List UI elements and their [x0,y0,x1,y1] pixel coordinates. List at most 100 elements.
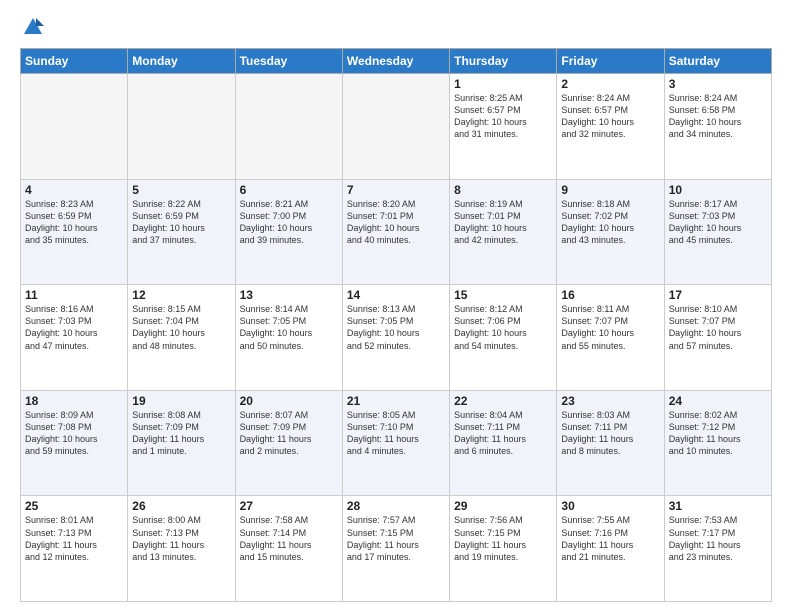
calendar-cell: 17Sunrise: 8:10 AMSunset: 7:07 PMDayligh… [664,285,771,391]
calendar-cell: 15Sunrise: 8:12 AMSunset: 7:06 PMDayligh… [450,285,557,391]
day-info: Sunrise: 8:04 AMSunset: 7:11 PMDaylight:… [454,409,552,458]
weekday-header-wednesday: Wednesday [342,49,449,74]
day-number: 5 [132,183,230,197]
calendar-cell: 27Sunrise: 7:58 AMSunset: 7:14 PMDayligh… [235,496,342,602]
calendar-cell: 8Sunrise: 8:19 AMSunset: 7:01 PMDaylight… [450,179,557,285]
day-number: 19 [132,394,230,408]
day-number: 11 [25,288,123,302]
day-info: Sunrise: 8:20 AMSunset: 7:01 PMDaylight:… [347,198,445,247]
day-number: 4 [25,183,123,197]
day-info: Sunrise: 8:05 AMSunset: 7:10 PMDaylight:… [347,409,445,458]
day-number: 8 [454,183,552,197]
day-number: 29 [454,499,552,513]
day-info: Sunrise: 8:24 AMSunset: 6:58 PMDaylight:… [669,92,767,141]
day-info: Sunrise: 8:10 AMSunset: 7:07 PMDaylight:… [669,303,767,352]
weekday-header-saturday: Saturday [664,49,771,74]
day-info: Sunrise: 8:16 AMSunset: 7:03 PMDaylight:… [25,303,123,352]
day-info: Sunrise: 7:55 AMSunset: 7:16 PMDaylight:… [561,514,659,563]
day-number: 26 [132,499,230,513]
calendar-cell: 26Sunrise: 8:00 AMSunset: 7:13 PMDayligh… [128,496,235,602]
weekday-header-thursday: Thursday [450,49,557,74]
header [20,16,772,38]
calendar-cell: 1Sunrise: 8:25 AMSunset: 6:57 PMDaylight… [450,74,557,180]
day-number: 22 [454,394,552,408]
calendar-cell: 19Sunrise: 8:08 AMSunset: 7:09 PMDayligh… [128,390,235,496]
day-number: 14 [347,288,445,302]
day-info: Sunrise: 8:17 AMSunset: 7:03 PMDaylight:… [669,198,767,247]
calendar-cell [21,74,128,180]
day-number: 31 [669,499,767,513]
calendar-cell: 30Sunrise: 7:55 AMSunset: 7:16 PMDayligh… [557,496,664,602]
calendar-cell: 2Sunrise: 8:24 AMSunset: 6:57 PMDaylight… [557,74,664,180]
day-info: Sunrise: 8:21 AMSunset: 7:00 PMDaylight:… [240,198,338,247]
day-info: Sunrise: 8:02 AMSunset: 7:12 PMDaylight:… [669,409,767,458]
day-number: 20 [240,394,338,408]
day-info: Sunrise: 8:12 AMSunset: 7:06 PMDaylight:… [454,303,552,352]
day-number: 13 [240,288,338,302]
week-row-5: 25Sunrise: 8:01 AMSunset: 7:13 PMDayligh… [21,496,772,602]
day-info: Sunrise: 7:56 AMSunset: 7:15 PMDaylight:… [454,514,552,563]
day-number: 7 [347,183,445,197]
day-number: 6 [240,183,338,197]
calendar-cell: 9Sunrise: 8:18 AMSunset: 7:02 PMDaylight… [557,179,664,285]
day-info: Sunrise: 8:18 AMSunset: 7:02 PMDaylight:… [561,198,659,247]
day-info: Sunrise: 8:24 AMSunset: 6:57 PMDaylight:… [561,92,659,141]
day-number: 24 [669,394,767,408]
day-number: 30 [561,499,659,513]
calendar-cell: 28Sunrise: 7:57 AMSunset: 7:15 PMDayligh… [342,496,449,602]
day-info: Sunrise: 8:13 AMSunset: 7:05 PMDaylight:… [347,303,445,352]
day-number: 2 [561,77,659,91]
day-info: Sunrise: 8:14 AMSunset: 7:05 PMDaylight:… [240,303,338,352]
calendar-cell: 23Sunrise: 8:03 AMSunset: 7:11 PMDayligh… [557,390,664,496]
week-row-4: 18Sunrise: 8:09 AMSunset: 7:08 PMDayligh… [21,390,772,496]
day-number: 21 [347,394,445,408]
logo [20,16,44,38]
day-number: 28 [347,499,445,513]
calendar-cell: 22Sunrise: 8:04 AMSunset: 7:11 PMDayligh… [450,390,557,496]
calendar-cell: 7Sunrise: 8:20 AMSunset: 7:01 PMDaylight… [342,179,449,285]
calendar-cell: 14Sunrise: 8:13 AMSunset: 7:05 PMDayligh… [342,285,449,391]
day-info: Sunrise: 8:22 AMSunset: 6:59 PMDaylight:… [132,198,230,247]
day-info: Sunrise: 8:00 AMSunset: 7:13 PMDaylight:… [132,514,230,563]
day-number: 10 [669,183,767,197]
calendar-cell: 11Sunrise: 8:16 AMSunset: 7:03 PMDayligh… [21,285,128,391]
calendar-cell: 5Sunrise: 8:22 AMSunset: 6:59 PMDaylight… [128,179,235,285]
page: SundayMondayTuesdayWednesdayThursdayFrid… [0,0,792,612]
calendar-cell: 31Sunrise: 7:53 AMSunset: 7:17 PMDayligh… [664,496,771,602]
day-info: Sunrise: 8:19 AMSunset: 7:01 PMDaylight:… [454,198,552,247]
day-info: Sunrise: 8:09 AMSunset: 7:08 PMDaylight:… [25,409,123,458]
day-info: Sunrise: 8:25 AMSunset: 6:57 PMDaylight:… [454,92,552,141]
day-info: Sunrise: 7:53 AMSunset: 7:17 PMDaylight:… [669,514,767,563]
calendar-cell: 25Sunrise: 8:01 AMSunset: 7:13 PMDayligh… [21,496,128,602]
weekday-header-row: SundayMondayTuesdayWednesdayThursdayFrid… [21,49,772,74]
day-info: Sunrise: 8:01 AMSunset: 7:13 PMDaylight:… [25,514,123,563]
calendar-table: SundayMondayTuesdayWednesdayThursdayFrid… [20,48,772,602]
calendar-cell: 21Sunrise: 8:05 AMSunset: 7:10 PMDayligh… [342,390,449,496]
day-info: Sunrise: 8:03 AMSunset: 7:11 PMDaylight:… [561,409,659,458]
weekday-header-sunday: Sunday [21,49,128,74]
day-number: 3 [669,77,767,91]
weekday-header-monday: Monday [128,49,235,74]
day-number: 25 [25,499,123,513]
weekday-header-friday: Friday [557,49,664,74]
day-info: Sunrise: 8:07 AMSunset: 7:09 PMDaylight:… [240,409,338,458]
week-row-1: 1Sunrise: 8:25 AMSunset: 6:57 PMDaylight… [21,74,772,180]
calendar-cell [342,74,449,180]
day-info: Sunrise: 8:11 AMSunset: 7:07 PMDaylight:… [561,303,659,352]
calendar-cell: 3Sunrise: 8:24 AMSunset: 6:58 PMDaylight… [664,74,771,180]
calendar-cell [128,74,235,180]
calendar-cell: 12Sunrise: 8:15 AMSunset: 7:04 PMDayligh… [128,285,235,391]
calendar-cell: 13Sunrise: 8:14 AMSunset: 7:05 PMDayligh… [235,285,342,391]
day-number: 17 [669,288,767,302]
calendar-cell: 29Sunrise: 7:56 AMSunset: 7:15 PMDayligh… [450,496,557,602]
weekday-header-tuesday: Tuesday [235,49,342,74]
logo-icon [22,16,44,38]
day-info: Sunrise: 8:15 AMSunset: 7:04 PMDaylight:… [132,303,230,352]
day-info: Sunrise: 8:23 AMSunset: 6:59 PMDaylight:… [25,198,123,247]
calendar-cell: 16Sunrise: 8:11 AMSunset: 7:07 PMDayligh… [557,285,664,391]
day-number: 18 [25,394,123,408]
calendar-cell: 24Sunrise: 8:02 AMSunset: 7:12 PMDayligh… [664,390,771,496]
calendar-cell [235,74,342,180]
calendar-cell: 4Sunrise: 8:23 AMSunset: 6:59 PMDaylight… [21,179,128,285]
day-number: 1 [454,77,552,91]
